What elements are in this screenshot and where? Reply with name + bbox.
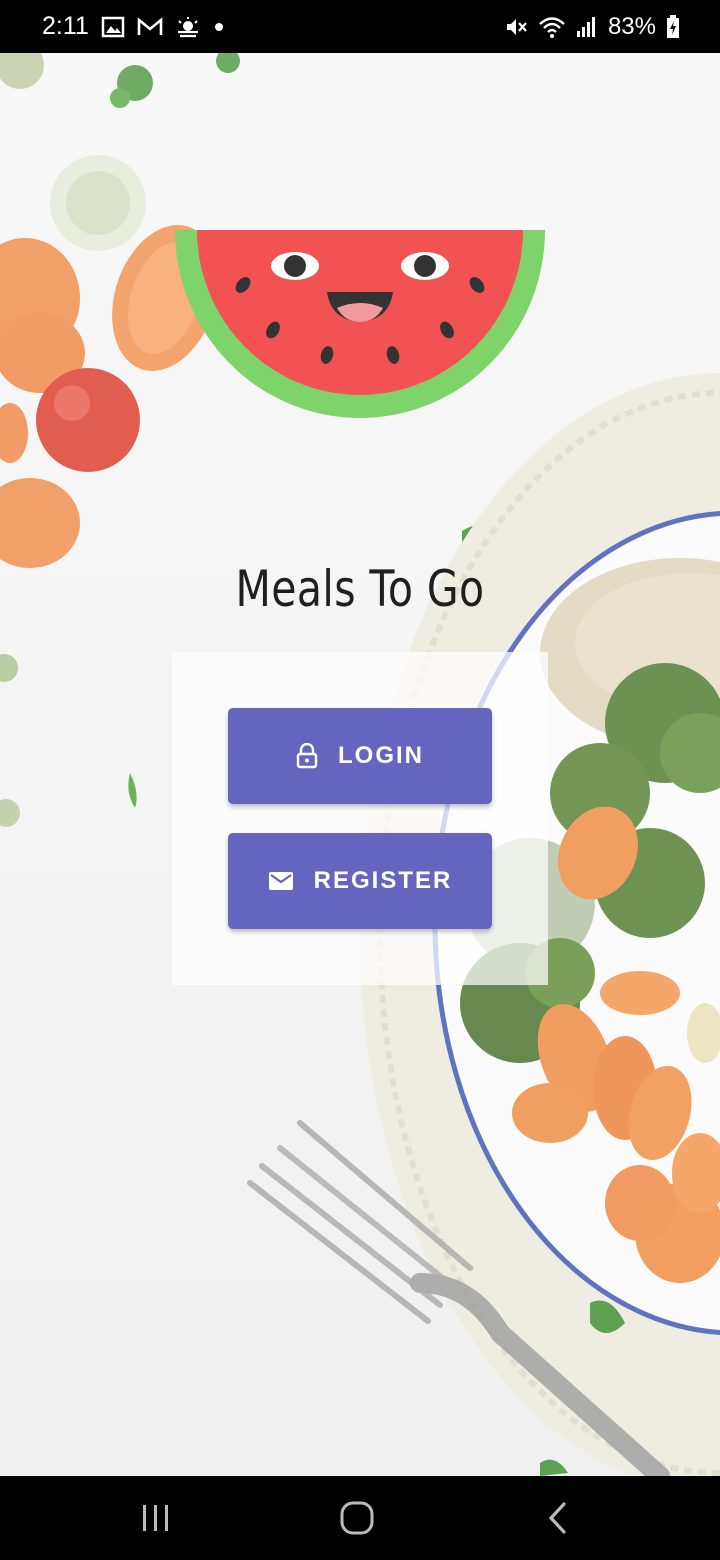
status-right: 83%: [504, 0, 680, 53]
wifi-icon: [538, 15, 566, 39]
register-button[interactable]: REGISTER: [228, 833, 492, 929]
home-icon[interactable]: [297, 1476, 417, 1560]
mute-icon: [504, 15, 528, 39]
weather-icon: [175, 16, 201, 38]
login-label: LOGIN: [338, 742, 424, 769]
navigation-bar: [0, 1476, 720, 1560]
status-left: 2:11: [42, 0, 225, 53]
gmail-icon: [137, 16, 163, 37]
signal-icon: [576, 15, 598, 39]
battery-icon: [666, 14, 680, 39]
watermelon-logo: [175, 230, 545, 418]
lock-icon: [296, 743, 318, 769]
battery-percent: 83%: [607, 12, 656, 40]
account-panel: LOGIN REGISTER: [172, 652, 548, 985]
image-icon: [101, 16, 125, 38]
mail-icon: [268, 871, 294, 891]
app-title: Meals To Go: [235, 560, 485, 618]
status-bar: 2:11 83%: [0, 0, 720, 53]
status-time: 2:11: [42, 12, 89, 40]
dot-icon: [213, 21, 225, 33]
login-button[interactable]: LOGIN: [228, 708, 492, 804]
recents-icon[interactable]: [96, 1476, 216, 1560]
back-icon[interactable]: [498, 1476, 618, 1560]
register-label: REGISTER: [313, 867, 453, 894]
